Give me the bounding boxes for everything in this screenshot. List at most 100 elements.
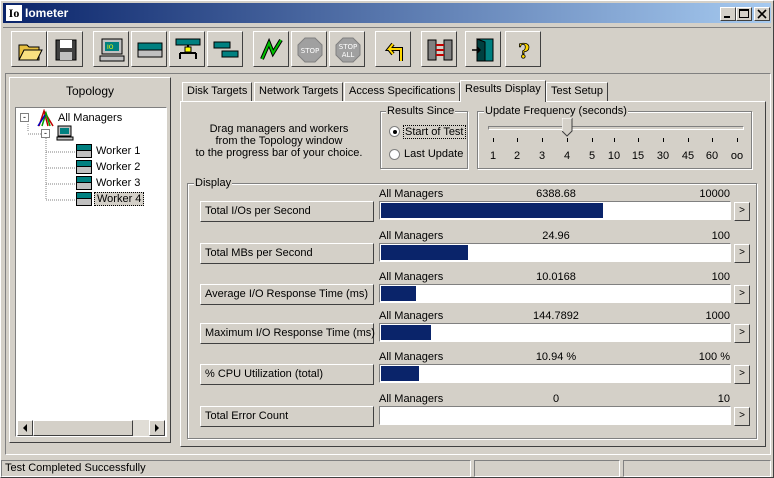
about-icon: ? [518, 39, 531, 63]
title-bar[interactable]: Io Iometer [3, 3, 771, 23]
tab-results-display[interactable]: Results Display [460, 80, 546, 102]
metric-progress-bar[interactable] [379, 323, 731, 342]
save-icon [55, 39, 77, 61]
frequency-tick-label[interactable]: 5 [580, 150, 604, 162]
metric-value: 144.7892 [533, 310, 579, 322]
frequency-tick-label[interactable]: 3 [530, 150, 554, 162]
close-button[interactable] [754, 7, 770, 21]
iometer-window: Io Iometer IO STOP STOP ALL ? Topology -… [0, 0, 774, 478]
duplicate-worker-button[interactable] [207, 31, 243, 67]
app-icon: Io [6, 5, 22, 21]
tab-disk-targets[interactable]: Disk Targets [182, 82, 253, 101]
about-button[interactable]: ? [505, 31, 541, 67]
metric-progress-bar[interactable] [379, 406, 731, 425]
metric-value: 0 [552, 393, 560, 405]
tab-access-specifications[interactable]: Access Specifications [344, 82, 461, 101]
arrow-right-icon [155, 424, 159, 432]
tree-horizontal-scrollbar[interactable] [17, 420, 165, 436]
metric-range-button[interactable]: > [734, 244, 750, 263]
metric-source: All Managers [379, 188, 444, 200]
save-button[interactable] [47, 31, 83, 67]
frequency-tick-label[interactable]: 45 [676, 150, 700, 162]
metric-button[interactable]: Maximum I/O Response Time (ms) [200, 323, 375, 344]
frequency-tick-label[interactable]: 15 [626, 150, 650, 162]
frequency-tick-label[interactable]: 60 [700, 150, 724, 162]
metric-progress-bar[interactable] [379, 243, 731, 262]
open-icon [18, 44, 43, 61]
start-disk-worker-button[interactable] [131, 31, 167, 67]
radio-last-update-label[interactable]: Last Update [404, 148, 463, 160]
status-pane-2 [474, 460, 620, 477]
scroll-left-button[interactable] [17, 420, 33, 436]
radio-start-of-test[interactable] [389, 126, 400, 137]
radio-start-of-test-label[interactable]: Start of Test [403, 125, 466, 139]
maximize-button[interactable] [736, 7, 752, 21]
start-disk-worker-icon [137, 42, 163, 58]
tree-item-all-managers[interactable]: All Managers [58, 112, 122, 124]
metric-range-button[interactable]: > [734, 285, 750, 304]
metric-progress-fill [381, 203, 603, 218]
metric-progress-bar[interactable] [379, 364, 731, 383]
slider-thumb-icon [561, 117, 573, 137]
minimize-button[interactable] [720, 7, 736, 21]
exit-button[interactable] [465, 31, 501, 67]
start-network-worker-button[interactable] [169, 31, 205, 67]
metric-range-button[interactable]: > [734, 407, 750, 426]
radio-last-update[interactable] [389, 149, 400, 160]
metric-progress-fill [381, 286, 416, 301]
frequency-tick-label[interactable]: 1 [481, 150, 505, 162]
results-since-group [380, 111, 468, 169]
metric-max: 10 [717, 393, 730, 405]
tab-network-targets[interactable]: Network Targets [254, 82, 344, 101]
stop-all-button[interactable]: STOP ALL [329, 31, 365, 67]
exit-icon [472, 38, 494, 62]
tree-item-worker-2[interactable]: Worker 2 [96, 161, 140, 173]
frequency-tick-label[interactable]: 2 [505, 150, 529, 162]
metric-button[interactable]: Average I/O Response Time (ms) [200, 284, 374, 305]
tree-item-worker-3[interactable]: Worker 3 [96, 177, 140, 189]
disconnect-all-button[interactable] [421, 31, 457, 67]
metric-source: All Managers [379, 271, 444, 283]
window-title: Iometer [25, 6, 69, 20]
topology-tree[interactable]: - All Managers - Worker 1 Worker 2 Worke… [15, 107, 167, 437]
frequency-tick-label[interactable]: 30 [651, 150, 675, 162]
frequency-tick-mark [567, 138, 568, 142]
metric-max: 1000 [705, 310, 730, 322]
metric-progress-bar[interactable] [379, 201, 731, 220]
metric-button[interactable]: % CPU Utilization (total) [200, 364, 374, 385]
svg-text:?: ? [518, 39, 530, 63]
maximize-icon [739, 9, 749, 18]
open-button[interactable] [11, 31, 47, 67]
metric-range-button[interactable]: > [734, 202, 750, 221]
metric-max: 100 % [698, 351, 730, 363]
scroll-thumb[interactable] [33, 420, 133, 436]
frequency-tick-mark [517, 138, 518, 142]
tab-test-setup[interactable]: Test Setup [546, 82, 608, 101]
collapse-manager-icon[interactable]: - [41, 129, 50, 138]
reset-workers-button[interactable] [375, 31, 411, 67]
start-new-manager-button[interactable]: IO [93, 31, 129, 67]
display-title: Display [194, 177, 233, 189]
frequency-tick-label[interactable]: oo [725, 150, 749, 162]
results-since-title: Results Since [386, 105, 456, 117]
collapse-root-icon[interactable]: - [20, 113, 29, 122]
update-frequency-thumb[interactable] [561, 117, 573, 137]
metric-button[interactable]: Total MBs per Second [200, 243, 374, 264]
metric-value: 10.94 % [535, 351, 577, 363]
stop-button[interactable]: STOP [291, 31, 327, 67]
scroll-right-button[interactable] [149, 420, 165, 436]
metric-button[interactable]: Total I/Os per Second [200, 201, 374, 222]
frequency-tick-label[interactable]: 10 [602, 150, 626, 162]
tree-item-worker-1[interactable]: Worker 1 [96, 145, 140, 157]
frequency-tick-mark [542, 138, 543, 142]
tree-item-worker-4[interactable]: Worker 4 [94, 192, 145, 206]
metric-range-button[interactable]: > [734, 324, 750, 343]
metric-value: 6388.68 [536, 188, 576, 200]
metric-range-button[interactable]: > [734, 365, 750, 384]
start-tests-button[interactable] [253, 31, 289, 67]
stop-all-icon-label: STOP [339, 43, 357, 51]
metric-progress-bar[interactable] [379, 284, 731, 303]
frequency-tick-label[interactable]: 4 [555, 150, 579, 162]
disconnect-all-icon [427, 39, 453, 61]
metric-button[interactable]: Total Error Count [200, 406, 374, 427]
